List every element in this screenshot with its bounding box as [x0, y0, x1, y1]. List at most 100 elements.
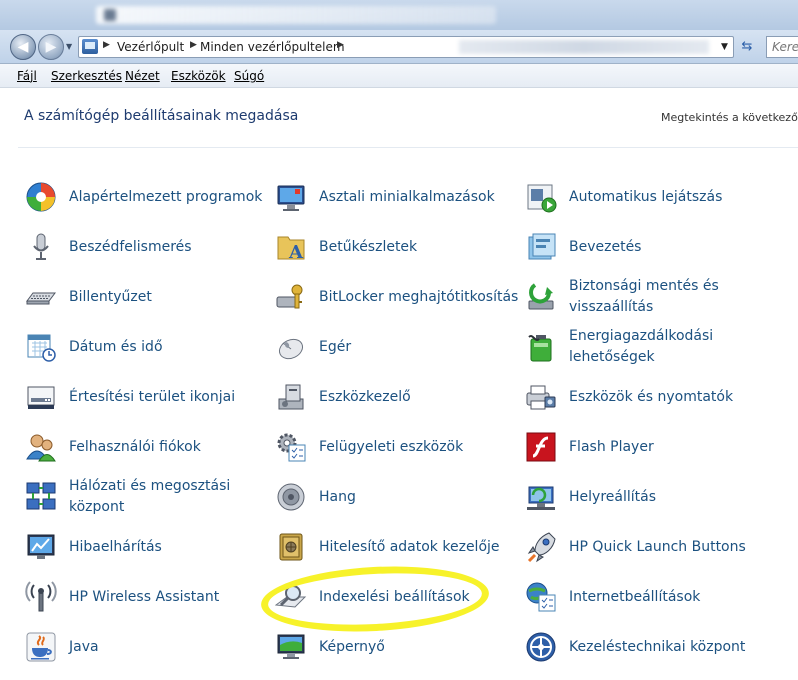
item-fonts[interactable]: A Betűkészletek — [275, 225, 505, 269]
menu-help[interactable]: Súgó — [234, 69, 264, 83]
item-label[interactable]: Hálózati és megosztási központ — [69, 475, 269, 519]
item-java[interactable]: Java — [25, 625, 245, 669]
item-label[interactable]: Internetbeállítások — [569, 575, 769, 619]
power-battery-icon — [528, 335, 552, 362]
menu-tools[interactable]: Eszközök — [171, 69, 226, 83]
item-display[interactable]: Képernyő — [275, 625, 505, 669]
menu-view[interactable]: Nézet — [125, 69, 160, 83]
item-label[interactable]: Biztonsági mentés és visszaállítás — [569, 275, 769, 319]
blurred-area — [459, 40, 709, 54]
printer-icon — [526, 385, 556, 410]
item-label[interactable]: Alapértelmezett programok — [69, 175, 269, 219]
item-devices-printers[interactable]: Eszközök és nyomtatók — [525, 375, 745, 419]
java-cup-icon — [26, 632, 56, 662]
address-dropdown-icon[interactable]: ▼ — [721, 42, 728, 52]
menu-file[interactable]: Fájl — [17, 69, 37, 83]
item-hp-wireless[interactable]: HP Wireless Assistant — [25, 575, 245, 619]
backup-restore-icon — [528, 283, 554, 310]
item-internet-options[interactable]: Internetbeállítások — [525, 575, 745, 619]
item-sound[interactable]: Hang — [275, 475, 505, 519]
credential-vault-icon — [279, 533, 303, 561]
breadcrumb-all-items[interactable]: Minden vezérlőpultelem — [200, 40, 345, 54]
control-panel-icon — [82, 39, 98, 54]
menu-edit[interactable]: Szerkesztés — [51, 69, 122, 83]
chevron-right-icon[interactable]: ▶ — [190, 40, 197, 50]
item-label[interactable]: Betűkészletek — [319, 225, 519, 269]
item-label[interactable]: Asztali minialkalmazások — [319, 175, 519, 219]
address-bar[interactable]: ▶ Vezérlőpult ▶ Minden vezérlőpultelem ▶… — [78, 36, 734, 58]
item-speech-recognition[interactable]: Beszédfelismerés — [25, 225, 245, 269]
recent-pages-dropdown-icon[interactable]: ▼ — [66, 42, 72, 51]
item-label[interactable]: Helyreállítás — [569, 475, 769, 519]
item-notification-icons[interactable]: Értesítési terület ikonjai — [25, 375, 245, 419]
item-autoplay[interactable]: Automatikus lejátszás — [525, 175, 745, 219]
item-label[interactable]: Java — [69, 625, 269, 669]
speaker-icon — [277, 483, 305, 511]
item-label[interactable]: Dátum és idő — [69, 325, 269, 369]
breadcrumb-control-panel[interactable]: Vezérlőpult — [117, 40, 184, 54]
display-monitor-icon — [277, 634, 305, 659]
item-credential-manager[interactable]: Hitelesítő adatok kezelője — [275, 525, 505, 569]
item-label[interactable]: Energiagazdálkodási lehetőségek — [569, 325, 769, 369]
item-label[interactable]: HP Wireless Assistant — [69, 575, 269, 619]
item-indexing-options[interactable]: Indexelési beállítások — [275, 575, 505, 619]
item-label[interactable]: HP Quick Launch Buttons — [569, 525, 769, 569]
item-keyboard[interactable]: Billentyűzet — [25, 275, 245, 319]
item-recovery[interactable]: Helyreállítás — [525, 475, 745, 519]
search-input[interactable]: Kere — [766, 36, 798, 58]
item-backup-restore[interactable]: Biztonsági mentés és visszaállítás — [525, 275, 745, 319]
device-manager-icon — [278, 384, 304, 410]
indexing-magnifier-icon — [275, 585, 307, 608]
item-troubleshooting[interactable]: Hibaelhárítás — [25, 525, 245, 569]
item-label[interactable]: Kezeléstechnikai központ — [569, 625, 769, 669]
item-device-manager[interactable]: Eszközkezelő — [275, 375, 505, 419]
item-label[interactable]: Beszédfelismerés — [69, 225, 269, 269]
back-button[interactable]: ◀ — [10, 34, 36, 60]
network-icon — [26, 482, 56, 510]
chevron-right-icon[interactable]: ▶ — [103, 40, 110, 50]
menu-bar: Fájl Szerkesztés Nézet Eszközök Súgó — [0, 64, 798, 88]
item-network-sharing[interactable]: Hálózati és megosztási központ — [25, 475, 245, 519]
admin-tools-icon — [277, 433, 306, 462]
item-label[interactable]: Automatikus lejátszás — [569, 175, 769, 219]
item-ease-of-access[interactable]: Kezeléstechnikai központ — [525, 625, 755, 669]
item-label[interactable]: BitLocker meghajtótitkosítás — [319, 275, 519, 319]
item-label[interactable]: Hibaelhárítás — [69, 525, 269, 569]
microphone-icon — [33, 233, 49, 260]
item-label[interactable]: Felhasználói fiókok — [69, 425, 269, 469]
item-label[interactable]: Eszközök és nyomtatók — [569, 375, 769, 419]
item-label[interactable]: Hang — [319, 475, 519, 519]
item-default-programs[interactable]: Alapértelmezett programok — [25, 175, 262, 219]
keyboard-icon — [26, 292, 56, 305]
item-label[interactable]: Indexelési beállítások — [319, 575, 519, 619]
item-power-options[interactable]: Energiagazdálkodási lehetőségek — [525, 325, 745, 369]
item-label[interactable]: Eszközkezelő — [319, 375, 519, 419]
item-label[interactable]: Billentyűzet — [69, 275, 269, 319]
bitlocker-icon — [276, 284, 303, 309]
item-label[interactable]: Flash Player — [569, 425, 769, 469]
internet-options-icon — [526, 582, 556, 612]
refresh-icon[interactable]: ⇆ — [738, 38, 756, 56]
item-user-accounts[interactable]: Felhasználói fiókok — [25, 425, 245, 469]
item-label[interactable]: Hitelesítő adatok kezelője — [319, 525, 519, 569]
forward-button[interactable]: ▶ — [38, 34, 64, 60]
item-desktop-gadgets[interactable]: Asztali minialkalmazások — [275, 175, 505, 219]
item-label[interactable]: Felügyeleti eszközök — [319, 425, 519, 469]
view-by-label[interactable]: Megtekintés a következő sz — [661, 111, 798, 124]
item-label[interactable]: Képernyő — [319, 625, 519, 669]
blurred-tab-strip — [96, 6, 496, 24]
item-label[interactable]: Egér — [319, 325, 519, 369]
chevron-right-icon[interactable]: ▶ — [337, 40, 344, 50]
item-flash-player[interactable]: Flash Player — [525, 425, 745, 469]
item-bitlocker[interactable]: BitLocker meghajtótitkosítás — [275, 275, 518, 319]
user-accounts-icon — [26, 434, 56, 462]
item-getting-started[interactable]: Bevezetés — [525, 225, 745, 269]
item-hp-quick-launch[interactable]: HP Quick Launch Buttons — [525, 525, 755, 569]
window-icon — [104, 9, 116, 21]
item-mouse[interactable]: Egér — [275, 325, 505, 369]
item-date-time[interactable]: Dátum és idő — [25, 325, 245, 369]
item-label[interactable]: Értesítési terület ikonjai — [69, 375, 269, 419]
item-label[interactable]: Bevezetés — [569, 225, 769, 269]
fonts-folder-icon: A — [277, 236, 305, 263]
item-admin-tools[interactable]: Felügyeleti eszközök — [275, 425, 505, 469]
